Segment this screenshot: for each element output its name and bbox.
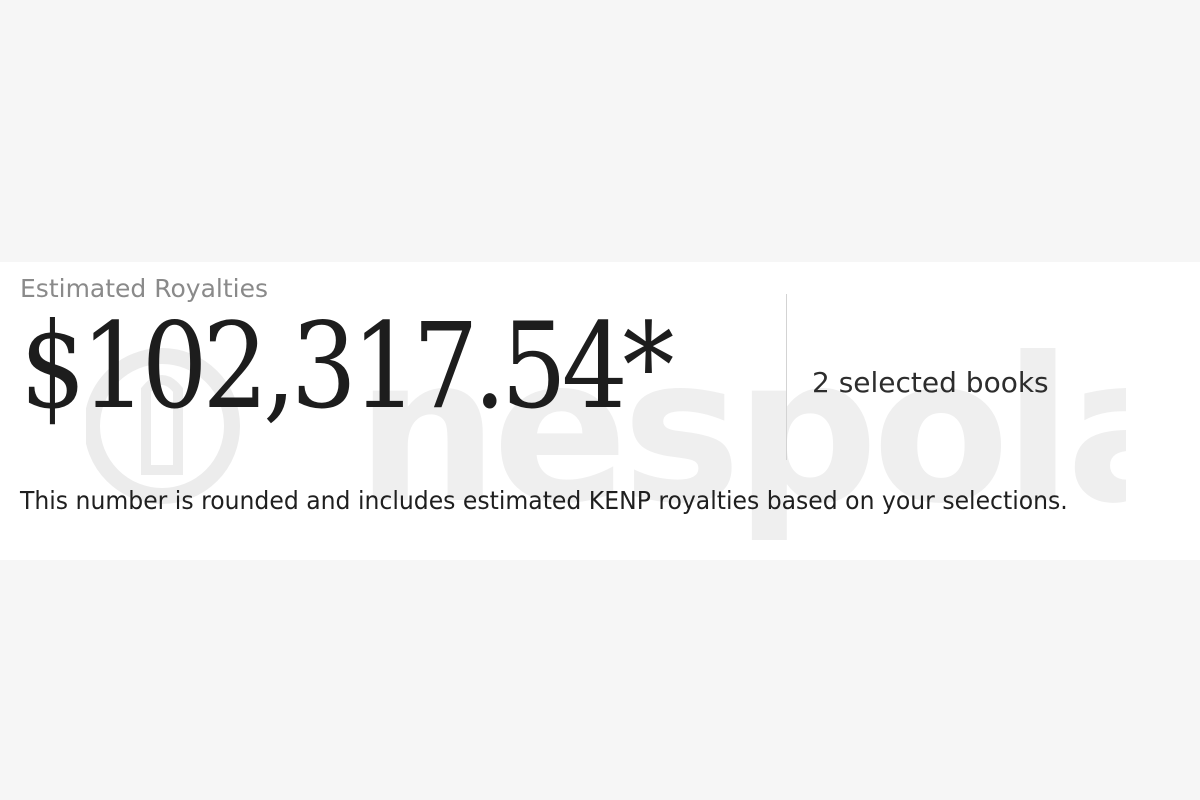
vertical-divider (786, 294, 787, 460)
royalties-footnote: This number is rounded and includes esti… (20, 486, 1068, 515)
selected-books-count: 2 selected books (812, 366, 1049, 399)
royalties-amount: $102,317.54* (20, 297, 674, 435)
